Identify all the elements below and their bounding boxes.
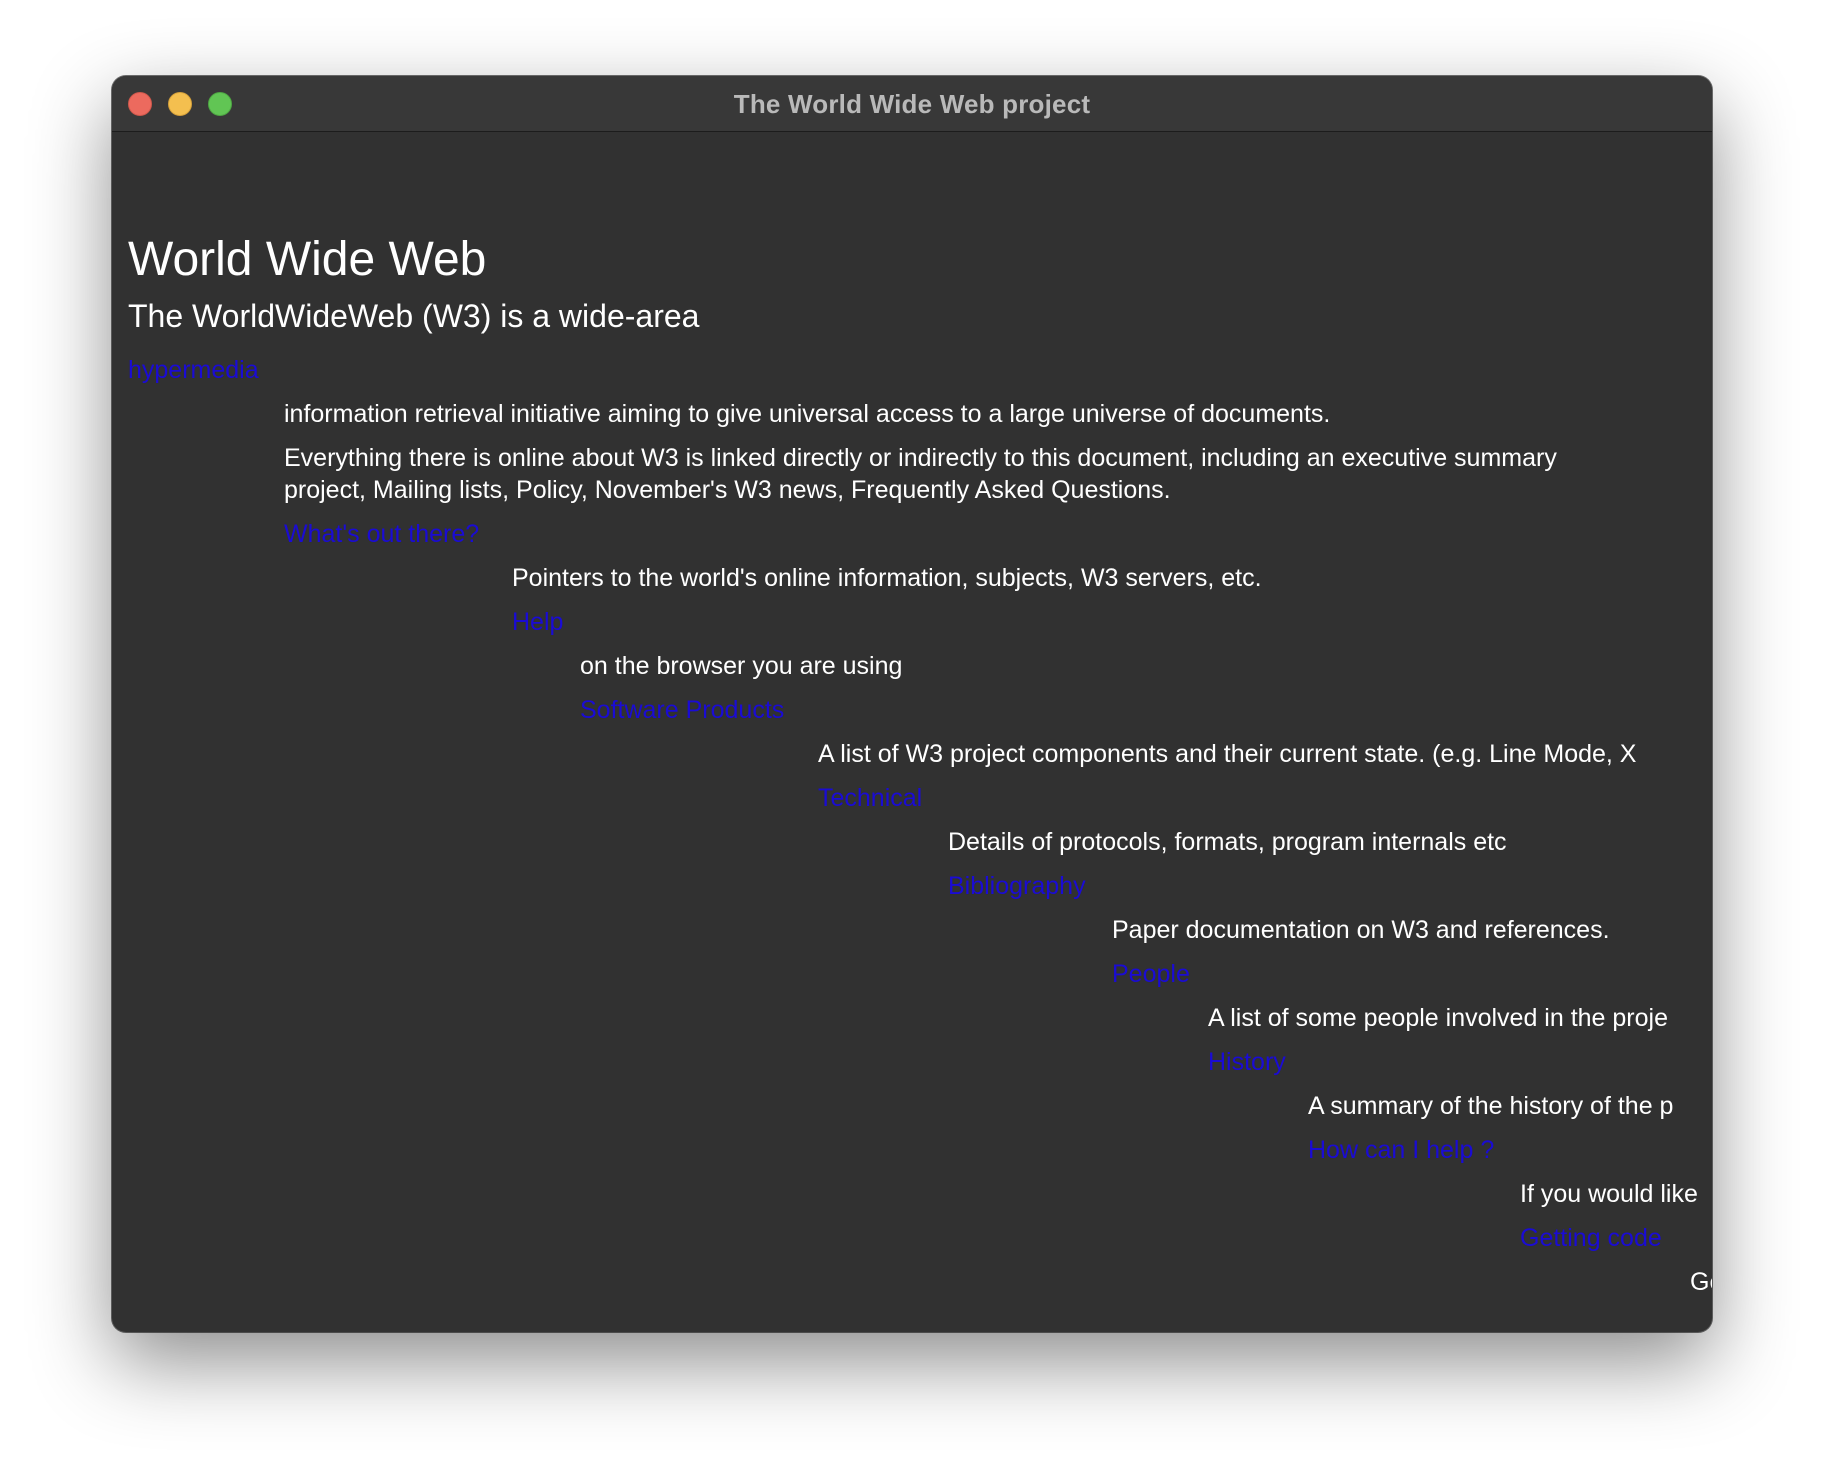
entry-description: A list of W3 project components and thei… <box>818 740 1637 768</box>
entry-link-line: Getting code <box>1520 1222 1662 1254</box>
hypermedia-line: hypermedia <box>128 354 259 386</box>
people-link[interactable]: People <box>1112 960 1190 988</box>
entry-description: Ge <box>1690 1268 1712 1296</box>
entry-description: on the browser you are using <box>580 652 903 680</box>
hypermedia-link[interactable]: hypermedia <box>128 356 259 384</box>
whats-out-there-link[interactable]: What's out there? <box>284 520 479 548</box>
help-link[interactable]: Help <box>512 608 563 636</box>
intro-continued-text: information retrieval initiative aiming … <box>284 400 1331 428</box>
title-bar[interactable]: The World Wide Web project <box>112 76 1712 132</box>
everything-text-line-2: project, Mailing lists, Policy, November… <box>284 476 1171 504</box>
how-can-i-help-link[interactable]: How can I help ? <box>1308 1136 1494 1164</box>
entry-link-line: Software Products <box>580 694 784 726</box>
getting-code-link[interactable]: Getting code <box>1520 1224 1662 1252</box>
page-content: World Wide Web The WorldWideWeb (W3) is … <box>112 132 1712 1332</box>
entry-description: A summary of the history of the p <box>1308 1092 1674 1120</box>
window-title: The World Wide Web project <box>733 89 1091 119</box>
entry-description: A list of some people involved in the pr… <box>1208 1004 1668 1032</box>
everything-text-line-1: Everything there is online about W3 is l… <box>284 444 1557 472</box>
entry-link-line: Technical <box>818 782 922 814</box>
entry-link-line: How can I help ? <box>1308 1134 1494 1166</box>
entry-link-line: People <box>1112 958 1190 990</box>
entry-link-line: History <box>1208 1046 1286 1078</box>
entry-description: Pointers to the world's online informati… <box>512 564 1262 592</box>
entry-link-line: What's out there? <box>284 518 479 550</box>
history-link[interactable]: History <box>1208 1048 1286 1076</box>
entry-description: If you would like <box>1520 1180 1698 1208</box>
entry-link-line: Bibliography <box>948 870 1086 902</box>
entry-description: Details of protocols, formats, program i… <box>948 828 1507 856</box>
browser-window: The World Wide Web project World Wide We… <box>112 76 1712 1332</box>
technical-link[interactable]: Technical <box>818 784 922 812</box>
entry-description: Paper documentation on W3 and references… <box>1112 916 1610 944</box>
entry-link-line: Help <box>512 606 563 638</box>
page-intro: The WorldWideWeb (W3) is a wide-area <box>128 298 700 334</box>
bibliography-link[interactable]: Bibliography <box>948 872 1086 900</box>
page-heading: World Wide Web <box>128 233 487 286</box>
software-products-link[interactable]: Software Products <box>580 696 784 724</box>
